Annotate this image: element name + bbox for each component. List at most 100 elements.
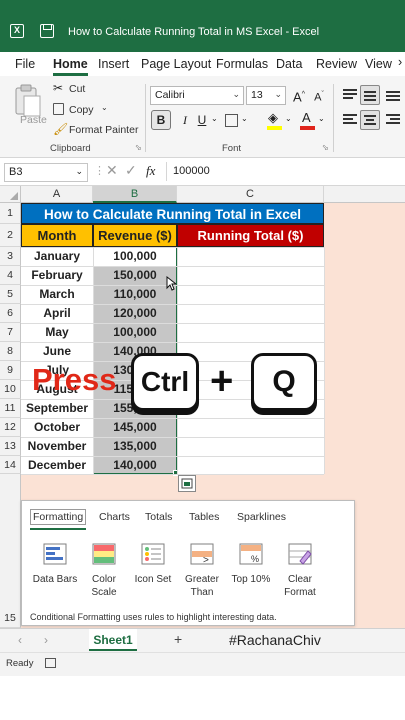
qa-tab-tables[interactable]: Tables xyxy=(189,511,219,523)
month-cell[interactable]: June xyxy=(21,342,93,361)
tab-insert[interactable]: Insert xyxy=(98,57,129,71)
paste-button[interactable]: Paste xyxy=(10,82,47,142)
tab-review[interactable]: Review xyxy=(316,57,357,71)
row-header-15[interactable]: 15 xyxy=(0,474,21,628)
select-all-corner[interactable] xyxy=(0,186,21,203)
next-sheet-icon[interactable]: › xyxy=(44,633,48,647)
save-icon[interactable] xyxy=(40,24,54,38)
row-header-6[interactable]: 6 xyxy=(0,304,21,323)
clipboard-launcher-icon[interactable]: ⬂ xyxy=(135,143,142,152)
qa-data-bars-button[interactable]: Data Bars xyxy=(30,543,80,586)
revenue-cell[interactable]: 100,000 xyxy=(93,323,177,342)
tab-view[interactable]: View xyxy=(365,57,392,71)
top-align-icon[interactable] xyxy=(340,85,360,105)
previous-sheet-icon[interactable]: ‹ xyxy=(18,633,22,647)
tab-data[interactable]: Data xyxy=(276,57,302,71)
month-header-cell[interactable]: Month xyxy=(21,224,93,247)
tab-page-layout[interactable]: Page Layout xyxy=(141,57,211,71)
borders-dropdown-icon[interactable]: ⌄ xyxy=(241,114,248,123)
bottom-align-icon[interactable] xyxy=(383,85,403,105)
qa-top-10-button[interactable]: % Top 10% xyxy=(226,543,276,586)
revenue-cell[interactable]: 135,000 xyxy=(93,437,177,456)
month-cell[interactable]: April xyxy=(21,304,93,323)
row-header-11[interactable]: 11 xyxy=(0,399,21,418)
row-header-14[interactable]: 14 xyxy=(0,456,21,474)
qa-tab-sparklines[interactable]: Sparklines xyxy=(237,511,286,523)
qa-color-scale-button[interactable]: Color Scale xyxy=(79,543,129,599)
month-cell[interactable]: May xyxy=(21,323,93,342)
row-header-5[interactable]: 5 xyxy=(0,285,21,304)
copy-button[interactable]: Copy ⌄ xyxy=(53,101,133,119)
font-name-select[interactable]: Calibri ⌄ xyxy=(150,86,244,105)
font-size-select[interactable]: 13 ⌄ xyxy=(246,86,286,105)
tab-file[interactable]: File xyxy=(15,57,35,71)
formula-input[interactable]: 100000 xyxy=(173,165,210,177)
month-cell[interactable]: February xyxy=(21,266,93,285)
enter-icon[interactable]: ✓ xyxy=(125,162,137,179)
row-header-10[interactable]: 10 xyxy=(0,380,21,399)
month-cell[interactable]: January xyxy=(21,247,93,266)
insert-function-icon[interactable]: fx xyxy=(146,163,155,179)
qa-tab-charts[interactable]: Charts xyxy=(99,511,130,523)
more-tabs-icon[interactable]: › xyxy=(398,55,402,69)
row-header-8[interactable]: 8 xyxy=(0,342,21,361)
add-sheet-button[interactable]: + xyxy=(174,631,182,647)
align-right-icon[interactable] xyxy=(383,110,403,130)
row-header-7[interactable]: 7 xyxy=(0,323,21,342)
tab-home[interactable]: Home xyxy=(53,57,88,76)
fill-color-button[interactable]: ◈ xyxy=(265,110,283,132)
font-launcher-icon[interactable]: ⬂ xyxy=(322,143,329,152)
running-total-header-cell[interactable]: Running Total ($) xyxy=(177,224,324,247)
month-cell[interactable]: December xyxy=(21,456,93,474)
copy-dropdown-icon[interactable]: ⌄ xyxy=(101,103,108,112)
fill-color-dropdown-icon[interactable]: ⌄ xyxy=(285,114,292,123)
month-cell[interactable]: September xyxy=(21,399,93,418)
revenue-cell[interactable]: 120,000 xyxy=(93,304,177,323)
month-cell[interactable]: November xyxy=(21,437,93,456)
qa-tab-totals[interactable]: Totals xyxy=(145,511,172,523)
bold-button[interactable]: B xyxy=(151,110,171,130)
month-cell[interactable]: October xyxy=(21,418,93,437)
align-left-icon[interactable] xyxy=(340,110,360,130)
column-header-c[interactable]: C xyxy=(177,186,324,203)
sheet-tab-sheet1[interactable]: Sheet1 xyxy=(89,629,137,651)
sheet-title-cell[interactable]: How to Calculate Running Total in Excel xyxy=(21,203,324,224)
row-header-1[interactable]: 1 xyxy=(0,203,21,224)
row-header-13[interactable]: 13 xyxy=(0,437,21,456)
quick-analysis-button[interactable] xyxy=(178,475,196,492)
row-header-2[interactable]: 2 xyxy=(0,224,21,247)
row-header-4[interactable]: 4 xyxy=(0,266,21,285)
font-color-dropdown-icon[interactable]: ⌄ xyxy=(318,114,325,123)
qa-tab-formatting[interactable]: Formatting xyxy=(30,509,87,530)
revenue-header-cell[interactable]: Revenue ($) xyxy=(93,224,177,247)
cancel-icon[interactable]: ✕ xyxy=(106,162,118,179)
qa-icon-set-button[interactable]: Icon Set xyxy=(128,543,178,586)
underline-button[interactable]: U xyxy=(192,110,212,130)
qa-clear-format-button[interactable]: Clear Format xyxy=(275,543,325,599)
row-header-12[interactable]: 12 xyxy=(0,418,21,437)
name-box[interactable]: B3 ⌄ xyxy=(4,163,88,182)
qa-greater-than-button[interactable]: > Greater Than xyxy=(177,543,227,599)
align-center-icon[interactable] xyxy=(360,110,380,130)
row-header-3[interactable]: 3 xyxy=(0,247,21,266)
shrink-font-button[interactable]: Aˇ xyxy=(309,85,329,105)
column-header-b[interactable]: B xyxy=(93,186,177,203)
accessibility-icon[interactable] xyxy=(45,658,56,668)
month-cell[interactable]: March xyxy=(21,285,93,304)
format-painter-button[interactable]: 🖌 Format Painter xyxy=(53,122,143,140)
tab-formulas[interactable]: Formulas xyxy=(216,57,268,71)
chevron-down-icon[interactable]: ⌄ xyxy=(75,166,83,177)
font-color-button[interactable]: A xyxy=(298,110,316,132)
middle-align-icon[interactable] xyxy=(360,85,380,105)
cut-button[interactable]: ✂ Cut xyxy=(53,81,133,99)
revenue-cell[interactable]: 140,000 xyxy=(93,456,177,474)
grow-font-button[interactable]: A^ xyxy=(289,85,309,105)
column-header-a[interactable]: A xyxy=(21,186,93,203)
borders-icon[interactable] xyxy=(225,114,238,127)
revenue-cell[interactable]: 145,000 xyxy=(93,418,177,437)
row-header-9[interactable]: 9 xyxy=(0,361,21,380)
revenue-cell[interactable]: 150,000 xyxy=(93,266,177,285)
revenue-cell[interactable]: 110,000 xyxy=(93,285,177,304)
underline-dropdown-icon[interactable]: ⌄ xyxy=(211,114,218,123)
revenue-cell[interactable]: 100,000 xyxy=(93,247,177,266)
